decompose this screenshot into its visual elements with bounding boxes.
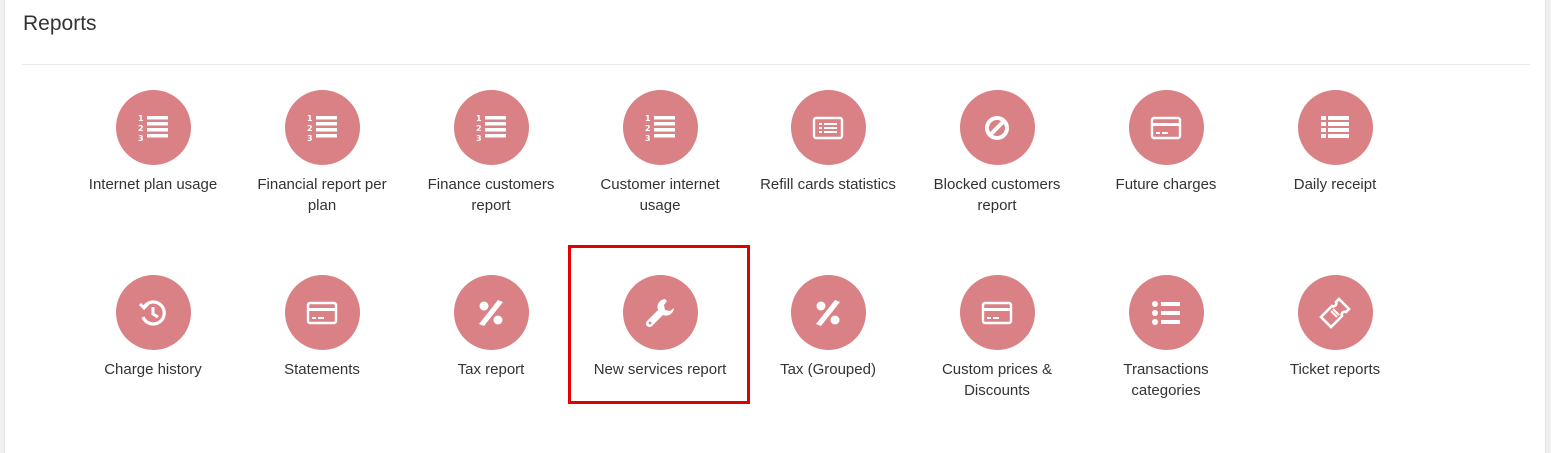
report-label: New services report: [593, 361, 727, 378]
report-label: Financial report per plan: [257, 176, 387, 214]
credit-card-icon: [284, 275, 360, 350]
report-tile-statements[interactable]: Statements: [242, 275, 402, 380]
report-tile-refill-cards-statistics[interactable]: Refill cards statistics: [748, 90, 908, 195]
svg-text:3: 3: [645, 134, 651, 143]
svg-text:1: 1: [138, 114, 144, 123]
list-icon: [1297, 90, 1373, 165]
credit-card-icon: [1128, 90, 1204, 165]
report-tile-tax-report[interactable]: Tax report: [411, 275, 571, 380]
percent-icon: [453, 275, 529, 350]
svg-text:1: 1: [476, 114, 482, 123]
wrench-icon: [622, 275, 698, 350]
report-label: Statements: [284, 361, 360, 378]
report-tile-blocked-customers-report[interactable]: Blocked customers report: [917, 90, 1077, 216]
blocked-icon: [959, 90, 1035, 165]
report-label: Daily receipt: [1293, 176, 1377, 193]
history-icon: [115, 275, 191, 350]
page-title: Reports: [23, 12, 97, 35]
percent-icon: [790, 275, 866, 350]
report-label: Tax (Grouped): [780, 361, 876, 378]
report-label: Transactions categories: [1123, 361, 1209, 399]
numbered-list-icon: 1 2 3: [284, 90, 360, 165]
report-tile-internet-plan-usage[interactable]: 1 2 3 Internet plan usage: [73, 90, 233, 195]
svg-text:3: 3: [138, 134, 144, 143]
report-tile-financial-report-per-plan[interactable]: 1 2 3 Financial report per plan: [242, 90, 402, 216]
report-tile-custom-prices-discounts[interactable]: Custom prices & Discounts: [917, 275, 1077, 401]
report-label: Charge history: [104, 361, 202, 378]
credit-card-icon: [959, 275, 1035, 350]
numbered-list-icon: 1 2 3: [622, 90, 698, 165]
numbered-list-icon: 1 2 3: [115, 90, 191, 165]
report-tile-charge-history[interactable]: Charge history: [73, 275, 233, 380]
svg-text:2: 2: [138, 124, 144, 133]
svg-text:2: 2: [476, 124, 482, 133]
report-label: Refill cards statistics: [760, 176, 896, 193]
report-label: Internet plan usage: [88, 176, 218, 193]
svg-text:3: 3: [307, 134, 313, 143]
numbered-list-icon: 1 2 3: [453, 90, 529, 165]
svg-text:2: 2: [645, 124, 651, 133]
svg-text:1: 1: [645, 114, 651, 123]
report-tile-tax-grouped[interactable]: Tax (Grouped): [748, 275, 908, 380]
report-label: Customer internet usage: [600, 176, 720, 214]
report-tile-new-services-report[interactable]: New services report: [580, 275, 740, 380]
report-tile-future-charges[interactable]: Future charges: [1086, 90, 1246, 195]
report-label: Blocked customers report: [933, 176, 1061, 214]
svg-text:1: 1: [307, 114, 313, 123]
report-tile-customer-internet-usage[interactable]: 1 2 3 Customer internet usage: [580, 90, 740, 216]
report-tile-daily-receipt[interactable]: Daily receipt: [1255, 90, 1415, 195]
card-list-icon: [790, 90, 866, 165]
report-tile-finance-customers-report[interactable]: 1 2 3 Finance customers report: [411, 90, 571, 216]
bullet-list-icon: [1128, 275, 1204, 350]
svg-text:3: 3: [476, 134, 482, 143]
report-label: Tax report: [457, 361, 525, 378]
title-divider: [22, 64, 1530, 65]
report-label: Ticket reports: [1289, 361, 1381, 378]
report-tile-transactions-categories[interactable]: Transactions categories: [1086, 275, 1246, 401]
reports-panel: Reports: [4, 0, 1546, 453]
ticket-icon: [1297, 275, 1373, 350]
svg-text:2: 2: [307, 124, 313, 133]
report-label: Custom prices & Discounts: [941, 361, 1053, 399]
report-label: Finance customers report: [427, 176, 555, 214]
report-tile-ticket-reports[interactable]: Ticket reports: [1255, 275, 1415, 380]
report-label: Future charges: [1115, 176, 1217, 193]
